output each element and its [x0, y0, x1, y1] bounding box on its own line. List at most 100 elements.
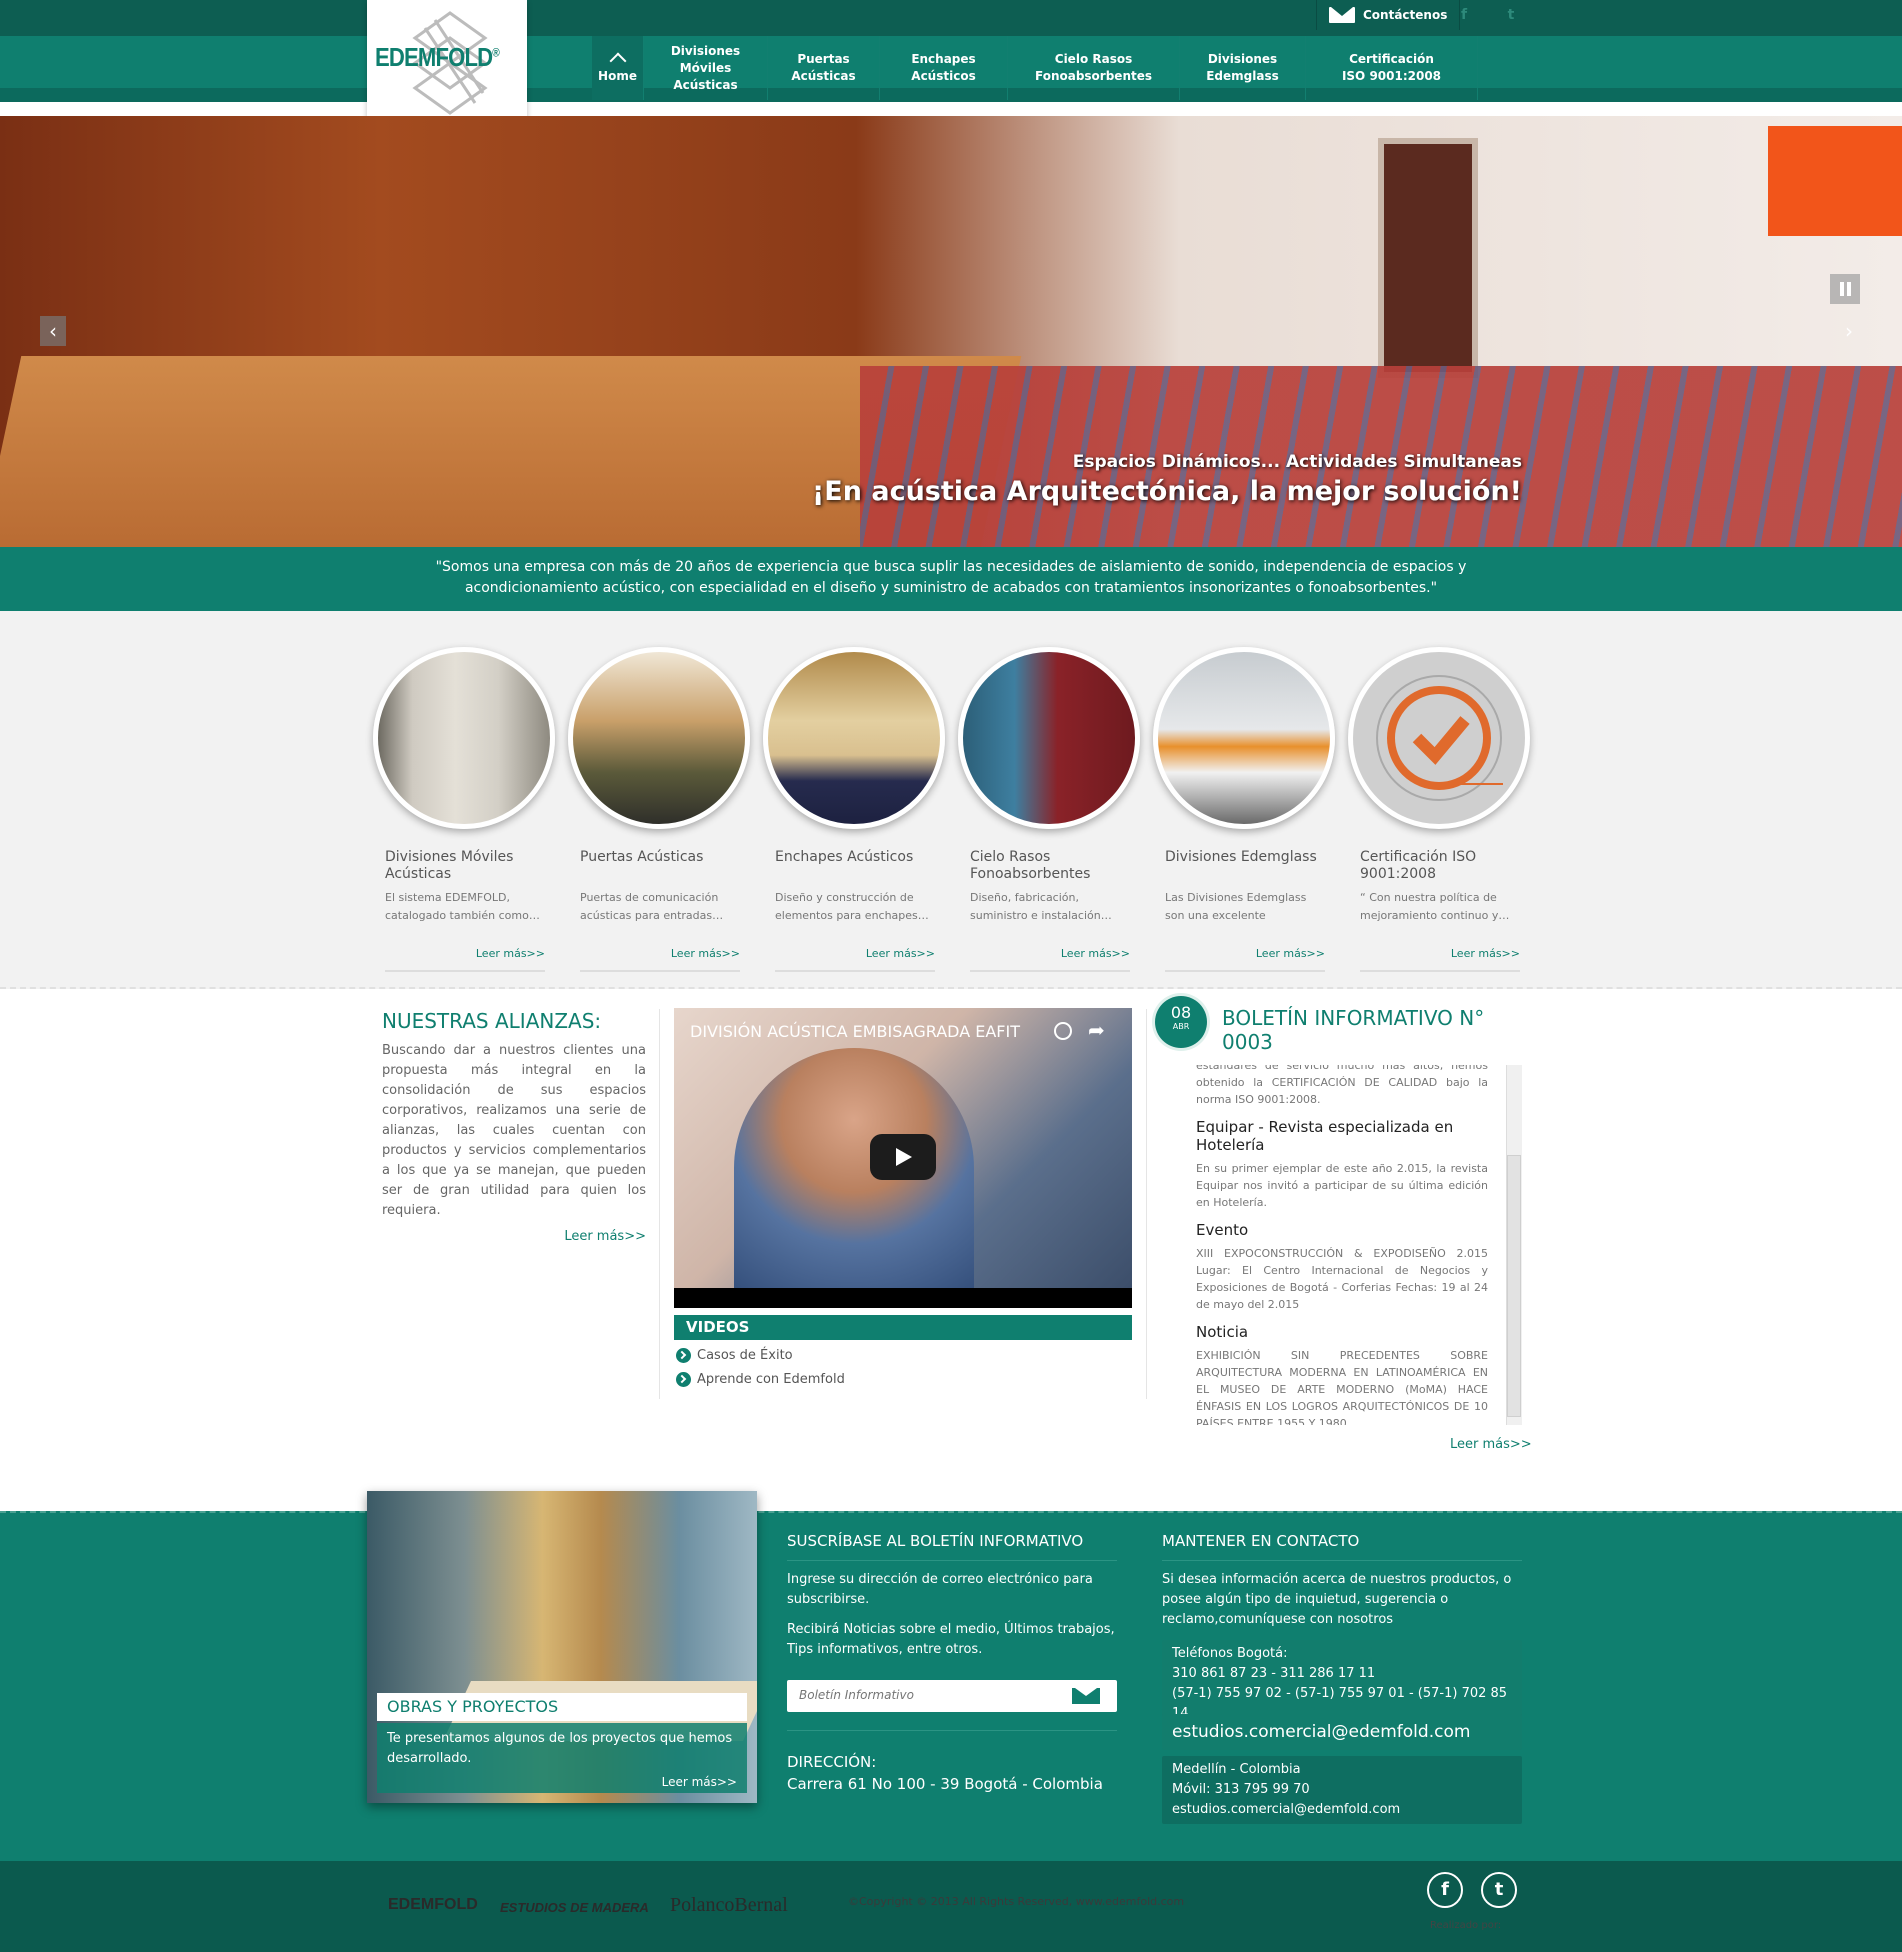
- company-quote: "Somos una empresa con más de 20 años de…: [0, 547, 1902, 611]
- slider-prev-button[interactable]: ‹: [40, 316, 66, 346]
- nav-divisiones-edemglass[interactable]: Divisiones Edemglass: [1180, 36, 1306, 100]
- top-bar: Contáctenos f t: [0, 0, 1902, 36]
- video-title[interactable]: DIVISIÓN ACÚSTICA EMBISAGRADA EAFIT: [690, 1022, 1020, 1041]
- news-text: estándares de servicio mucho más altos, …: [1196, 1065, 1488, 1106]
- nav-puertas-acusticas[interactable]: Puertas Acústicas: [768, 36, 880, 100]
- hero-slider: Espacios Dinámicos... Actividades Simult…: [0, 116, 1902, 547]
- slider-next-button[interactable]: ›: [1836, 316, 1862, 346]
- service-card[interactable]: Enchapes Acústicos Diseño y construcción…: [763, 647, 948, 972]
- service-title[interactable]: Certificación ISO 9001:2008: [1360, 849, 1533, 885]
- service-title[interactable]: Divisiones Móviles Acústicas: [385, 849, 558, 885]
- medellin-email[interactable]: estudios.comercial@edemfold.com: [1172, 1800, 1512, 1820]
- service-desc: Diseño y construcción de elementos para …: [775, 891, 929, 922]
- obras-proyectos-card[interactable]: OBRAS Y PROYECTOS Te presentamos algunos…: [367, 1491, 757, 1803]
- service-title[interactable]: Enchapes Acústicos: [775, 849, 948, 885]
- nav-label: Divisiones Edemglass: [1206, 52, 1279, 83]
- service-more-link[interactable]: Leer más>>: [580, 947, 740, 972]
- service-card[interactable]: Divisiones Móviles Acústicas El sistema …: [373, 647, 558, 972]
- hero-door: [1378, 138, 1478, 378]
- boletin-more-link[interactable]: Leer más>>: [1450, 1437, 1532, 1452]
- service-image[interactable]: [568, 647, 750, 829]
- nav-certificacion-iso[interactable]: Certificación ISO 9001:2008: [1306, 36, 1478, 100]
- twitter-icon[interactable]: t: [1481, 1872, 1517, 1908]
- video-link[interactable]: Casos de Éxito: [676, 1348, 793, 1363]
- service-image[interactable]: [1348, 647, 1530, 829]
- alianzas-text: Buscando dar a nuestros clientes una pro…: [382, 1043, 646, 1218]
- news-text: EXHIBICIÓN SIN PRECEDENTES SOBRE ARQUITE…: [1196, 1349, 1488, 1425]
- divider: [1146, 1009, 1147, 1399]
- obras-title[interactable]: OBRAS Y PROYECTOS: [377, 1693, 747, 1721]
- contact-label: Contáctenos: [1363, 8, 1448, 22]
- nav-cielo-rasos[interactable]: Cielo Rasos Fonoabsorbentes: [1008, 36, 1180, 100]
- service-image[interactable]: [763, 647, 945, 829]
- home-icon: [610, 52, 626, 66]
- news-text: En su primer ejemplar de este año 2.015,…: [1196, 1162, 1488, 1209]
- service-title[interactable]: Divisiones Edemglass: [1165, 849, 1338, 885]
- subscribe-heading: SUSCRÍBASE AL BOLETÍN INFORMATIVO: [787, 1532, 1117, 1561]
- nav-label: Home: [598, 68, 637, 83]
- obras-more-link[interactable]: Leer más>>: [662, 1775, 737, 1789]
- service-card[interactable]: Divisiones Edemglass Las Divisiones Edem…: [1153, 647, 1338, 972]
- hero-orange-panel: [1768, 126, 1902, 236]
- polancobernal-logo[interactable]: PolancoBernal: [670, 1894, 788, 1917]
- estudios-madera-logo[interactable]: ESTUDIOS DE MADERA: [500, 1900, 649, 1915]
- realizado-por: Realizado por:: [1430, 1920, 1502, 1931]
- service-title[interactable]: Cielo Rasos Fonoabsorbentes: [970, 849, 1143, 885]
- service-image[interactable]: [373, 647, 555, 829]
- play-button[interactable]: [870, 1134, 936, 1180]
- service-more-link[interactable]: Leer más>>: [385, 947, 545, 972]
- newsletter-email-input[interactable]: [787, 1680, 1057, 1710]
- service-desc: “ Con nuestra política de mejoramiento c…: [1360, 891, 1510, 922]
- alianzas-more-link[interactable]: Leer más>>: [382, 1229, 646, 1244]
- edemfold-footer-logo[interactable]: EDEMFOLD: [388, 1896, 478, 1914]
- alianzas-block: NUESTRAS ALIANZAS: Buscando dar a nuestr…: [382, 1009, 646, 1244]
- main-navbar: Home Divisiones Móviles Acústicas Puerta…: [0, 36, 1902, 102]
- service-card[interactable]: Puertas Acústicas Puertas de comunicació…: [568, 647, 753, 972]
- service-more-link[interactable]: Leer más>>: [1360, 947, 1520, 972]
- service-more-link[interactable]: Leer más>>: [775, 947, 935, 972]
- facebook-icon[interactable]: f: [1427, 1872, 1463, 1908]
- service-image[interactable]: [958, 647, 1140, 829]
- site-logo[interactable]: EDEMFOLD®: [367, 0, 527, 122]
- hero-caption-big: ¡En acústica Arquitectónica, la mejor so…: [811, 476, 1522, 507]
- service-desc: Puertas de comunicación acústicas para e…: [580, 891, 724, 922]
- nav-divisiones-moviles[interactable]: Divisiones Móviles Acústicas: [644, 36, 768, 100]
- alianzas-title: NUESTRAS ALIANZAS:: [382, 1009, 602, 1033]
- nav-label: Divisiones Móviles Acústicas: [670, 43, 741, 92]
- email-box[interactable]: estudios.comercial@edemfold.com: [1162, 1714, 1522, 1750]
- video-player[interactable]: DIVISIÓN ACÚSTICA EMBISAGRADA EAFIT ➦: [674, 1008, 1132, 1308]
- date-month: ABR: [1172, 1022, 1190, 1031]
- facebook-icon[interactable]: f: [1455, 6, 1473, 24]
- chevron-right-icon: [676, 1372, 691, 1387]
- nav-label: Enchapes Acústicos: [911, 52, 976, 83]
- share-icon[interactable]: ➦: [1088, 1018, 1105, 1042]
- subscribe-form: [787, 1680, 1117, 1712]
- news-heading[interactable]: Equipar - Revista especializada en Hotel…: [1196, 1118, 1466, 1154]
- service-title[interactable]: Puertas Acústicas: [580, 849, 753, 885]
- send-mail-icon[interactable]: [1072, 1688, 1100, 1704]
- nav-enchapes-acusticos[interactable]: Enchapes Acústicos: [880, 36, 1008, 100]
- address-label: DIRECCIÓN:: [787, 1753, 877, 1771]
- service-card[interactable]: Certificación ISO 9001:2008 “ Con nuestr…: [1348, 647, 1533, 972]
- video-control-bar: [674, 1288, 1132, 1308]
- nav-home[interactable]: Home: [592, 36, 644, 100]
- nav-label: Puertas Acústicas: [791, 52, 856, 83]
- boletin-news-scroll[interactable]: estándares de servicio mucho más altos, …: [1160, 1065, 1522, 1425]
- service-more-link[interactable]: Leer más>>: [970, 947, 1130, 972]
- news-text: XIII EXPOCONSTRUCCIÓN & EXPODISEÑO 2.015…: [1196, 1247, 1488, 1311]
- video-link[interactable]: Aprende con Edemfold: [676, 1372, 845, 1387]
- service-card[interactable]: Cielo Rasos Fonoabsorbentes Diseño, fabr…: [958, 647, 1143, 972]
- hero-caption-small: Espacios Dinámicos... Actividades Simult…: [1072, 452, 1522, 472]
- divider: [787, 1730, 1117, 1731]
- contact-link[interactable]: Contáctenos: [1316, 0, 1461, 30]
- slider-pause-button[interactable]: [1830, 274, 1860, 304]
- news-heading[interactable]: Noticia: [1196, 1323, 1466, 1341]
- twitter-icon[interactable]: t: [1502, 6, 1520, 24]
- contact-intro: Si desea información acerca de nuestros …: [1162, 1572, 1512, 1627]
- watch-later-icon[interactable]: [1054, 1022, 1072, 1040]
- news-heading[interactable]: Evento: [1196, 1221, 1466, 1239]
- service-more-link[interactable]: Leer más>>: [1165, 947, 1325, 972]
- service-image[interactable]: [1153, 647, 1335, 829]
- contact-email[interactable]: estudios.comercial@edemfold.com: [1172, 1722, 1470, 1742]
- scrollbar-thumb[interactable]: [1507, 1155, 1521, 1417]
